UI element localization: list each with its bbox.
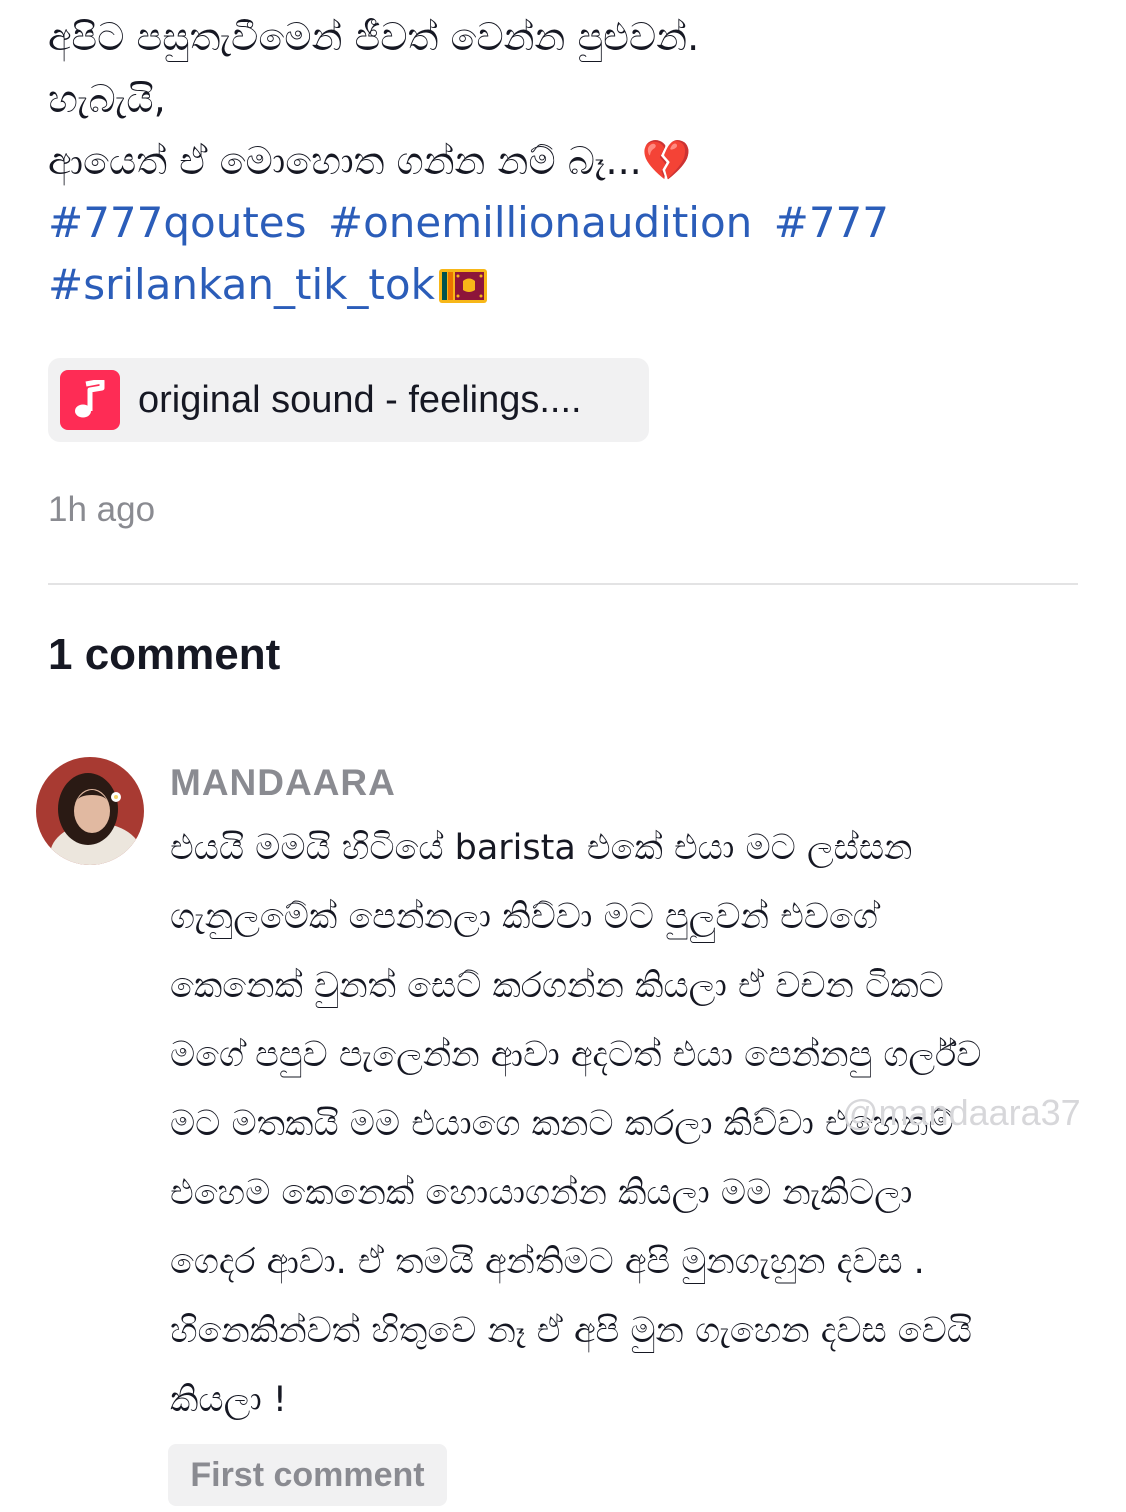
comment-count-heading: 1 comment [48, 630, 281, 679]
hashtag-link[interactable]: #777qoutes [48, 198, 307, 247]
comment-line: මගේ පපුව පැලෙන්න ආවා අදටත් එයා පෙන්නපු ග… [170, 1035, 982, 1075]
comment-line: කෙනෙක් වුනත් සෙට් කරගන්න කියලා ඒ වචන ටික… [170, 966, 944, 1006]
hashtag-link[interactable]: #srilankan_tik_tok [48, 260, 435, 309]
broken-heart-emoji: 💔 [641, 138, 692, 184]
comment-line: ගැනුලමේක් පෙන්නලා කිව්වා මට පුලුවන් එවගේ [170, 897, 878, 937]
comment-line: කියලා ! [170, 1380, 287, 1420]
comment-line: හිනෙකින්වත් හිතුවෙ නෑ ඒ අපි මුන ගැහෙන දව… [170, 1311, 972, 1351]
caption-line: අපිට පසුතැවීමෙන් ජීවත් වෙන්න පුළුවන්. [48, 15, 700, 59]
caption-line: හැබැයි, [48, 77, 166, 121]
comment-author-name[interactable]: MANDAARA [170, 762, 396, 804]
hashtag-link[interactable]: #777 [774, 198, 889, 247]
user-avatar-icon[interactable] [36, 757, 144, 865]
comment-line: ගෙදර ආවා. ඒ තමයි අන්තිමට අපි මුනගැහුන දව… [170, 1242, 925, 1282]
hashtags-row: #777qoutes #onemillionaudition #777 [48, 192, 1088, 254]
caption-line: ආයෙත් ඒ මොහොත ගන්න නම් බෑ...💔 [48, 130, 1088, 192]
hashtags-row: #srilankan_tik_tok [48, 254, 1088, 316]
post-timestamp: 1h ago [48, 490, 156, 529]
caption-line-text: ආයෙත් ඒ මොහොත ගන්න නම් බෑ... [48, 139, 642, 183]
sound-label: original sound - feelings.... [138, 378, 582, 421]
comment-line: එහෙම කෙනෙක් හොයාගන්න කියලා මම නැකිටලා [170, 1173, 913, 1213]
post-caption: අපිට පසුතැවීමෙන් ජීවත් වෙන්න පුළුවන්. හැ… [48, 6, 1088, 316]
comment-line: එයයි මමයි හිටියේ barista එකේ එයා මට ලස්ස… [170, 828, 913, 868]
sri-lanka-flag-icon [438, 269, 487, 303]
divider [48, 583, 1078, 585]
first-comment-badge: First comment [168, 1444, 447, 1506]
music-note-icon [60, 370, 120, 430]
hashtag-link[interactable]: #onemillionaudition [328, 198, 752, 247]
watermark: @mandaara37 [842, 1092, 1081, 1133]
original-sound-button[interactable]: original sound - feelings.... [48, 358, 649, 442]
